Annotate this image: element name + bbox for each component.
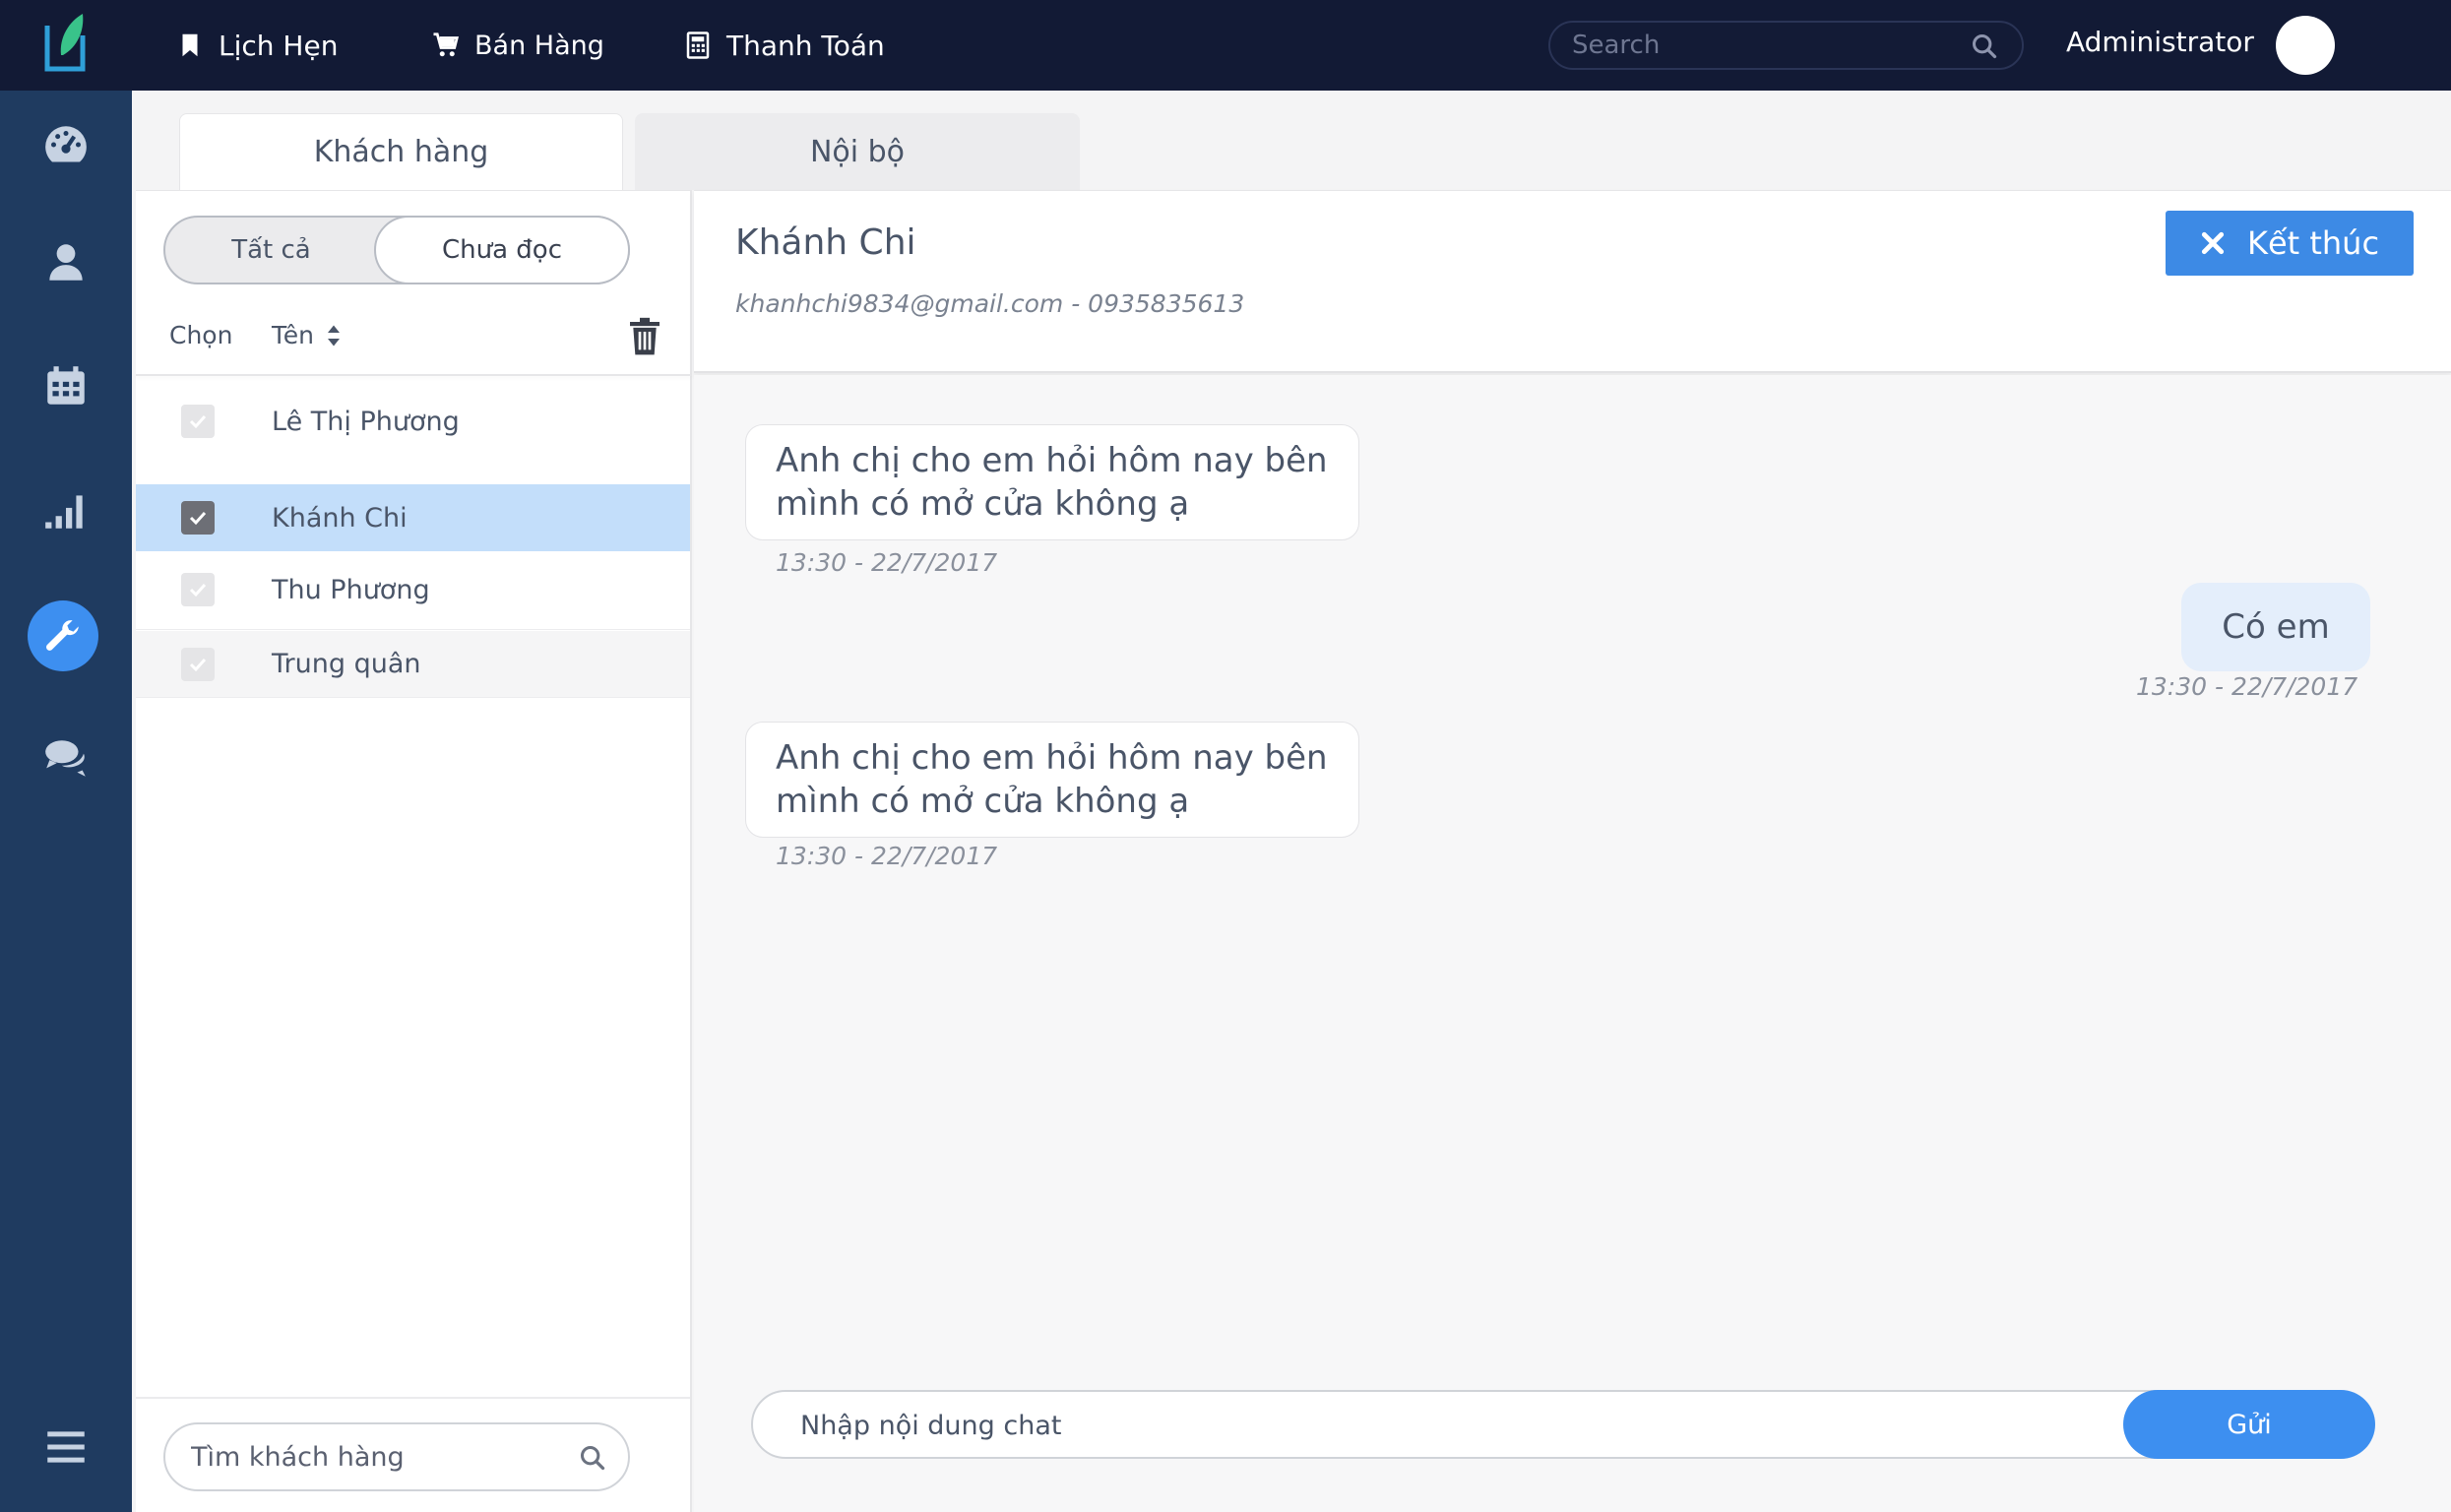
message-outgoing: Có em (2181, 583, 2370, 671)
checkbox[interactable] (181, 501, 215, 535)
trash-icon[interactable] (628, 317, 661, 356)
tab-noi-bo[interactable]: Nội bộ (635, 113, 1080, 190)
sidebar-item-menu[interactable] (38, 1419, 94, 1475)
nav-ban-hang-label: Bán Hàng (474, 30, 604, 61)
message-incoming: Anh chị cho em hỏi hôm nay bên mình có m… (745, 722, 1359, 838)
sort-icon (326, 324, 342, 347)
message-time: 13:30 - 22/7/2017 (776, 842, 998, 870)
nav-thanh-toan[interactable]: Thanh Toán (683, 26, 885, 65)
message-time: 13:30 - 22/7/2017 (2136, 672, 2358, 701)
divider (136, 1397, 690, 1399)
chat-messages: Anh chị cho em hỏi hôm nay bên mình có m… (694, 375, 2451, 1512)
search-icon[interactable] (579, 1444, 606, 1472)
bookmark-icon (175, 31, 205, 60)
chat-icon (41, 733, 91, 783)
chat-input[interactable] (800, 1406, 2080, 1445)
calculator-icon (683, 31, 713, 60)
checkbox[interactable] (181, 648, 215, 681)
sidebar-item-chat[interactable] (38, 730, 94, 786)
close-icon (2200, 230, 2226, 256)
sidebar-item-user[interactable] (38, 234, 94, 289)
avatar[interactable] (2276, 16, 2335, 75)
list-item[interactable]: Lê Thị Phương (136, 383, 690, 460)
message-incoming: Anh chị cho em hỏi hôm nay bên mình có m… (745, 424, 1359, 540)
global-search-input[interactable] (1572, 29, 1966, 62)
global-search (1548, 21, 2024, 70)
menu-icon (41, 1422, 91, 1472)
filter-all-button[interactable]: Tất cả (165, 218, 377, 283)
list-item[interactable]: Thu Phương (136, 551, 690, 630)
user-icon (41, 237, 91, 286)
dashboard-icon (41, 120, 91, 169)
nav-lich-hen[interactable]: Lịch Hẹn (175, 26, 338, 65)
nav-thanh-toan-label: Thanh Toán (726, 29, 885, 62)
customer-name: Khánh Chi (272, 502, 408, 534)
signal-icon (41, 485, 91, 535)
sidebar (0, 91, 132, 1512)
cart-icon (431, 31, 461, 60)
top-navbar: Lịch Hẹn Bán Hàng Thanh Toán Administrat… (0, 0, 2451, 91)
column-header-name-label: Tên (272, 321, 314, 349)
column-header-name[interactable]: Tên (272, 321, 342, 349)
customer-search (163, 1422, 630, 1491)
leaf-logo-icon[interactable] (43, 12, 87, 73)
checkbox[interactable] (181, 573, 215, 606)
contact-info: khanhchi9834@gmail.com - 0935835613 (735, 289, 1245, 318)
list-item[interactable]: Khánh Chi (136, 484, 690, 551)
contact-name: Khánh Chi (735, 222, 916, 263)
list-divider (136, 374, 692, 376)
chat-composer: Gửi (751, 1390, 2375, 1459)
chat-header: Khánh Chi khanhchi9834@gmail.com - 09358… (694, 190, 2451, 373)
sidebar-item-dashboard[interactable] (38, 117, 94, 172)
wrench-icon (42, 615, 84, 657)
customer-name: Lê Thị Phương (272, 406, 460, 437)
sidebar-item-calendar[interactable] (38, 358, 94, 413)
filter-toggle: Tất cả Chưa đọc (163, 216, 630, 284)
column-header-select: Chọn (169, 321, 233, 349)
sidebar-item-tools[interactable] (28, 600, 98, 671)
nav-ban-hang[interactable]: Bán Hàng (431, 26, 604, 65)
end-chat-label: Kết thúc (2246, 224, 2380, 262)
calendar-icon (41, 361, 91, 410)
customer-list-panel: Tất cả Chưa đọc Chọn Tên Lê Thị Phương K… (136, 190, 692, 1512)
end-chat-button[interactable]: Kết thúc (2166, 211, 2414, 276)
tab-khach-hang[interactable]: Khách hàng (179, 113, 623, 190)
search-icon[interactable] (1971, 32, 1998, 60)
list-item[interactable]: Trung quân (136, 631, 690, 698)
customer-name: Thu Phương (272, 575, 430, 605)
send-button[interactable]: Gửi (2123, 1390, 2375, 1459)
checkbox[interactable] (181, 405, 215, 438)
customer-search-input[interactable] (191, 1438, 565, 1476)
customer-name: Trung quân (272, 649, 421, 679)
user-name[interactable]: Administrator (2066, 26, 2254, 58)
nav-lich-hen-label: Lịch Hẹn (219, 29, 339, 62)
message-time: 13:30 - 22/7/2017 (776, 548, 998, 577)
filter-unread-button[interactable]: Chưa đọc (374, 216, 630, 284)
sidebar-item-signal[interactable] (38, 482, 94, 537)
